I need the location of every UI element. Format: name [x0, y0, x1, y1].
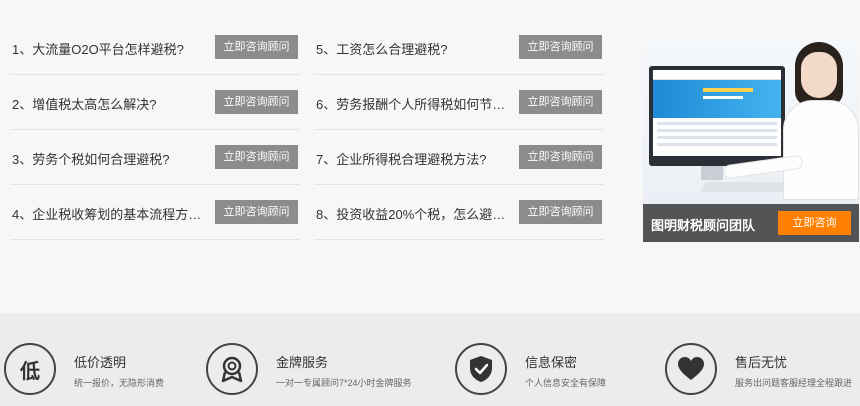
monitor-screen: [653, 70, 781, 156]
faq-row: 7、企业所得税合理避税方法? 立即咨询顾问: [314, 130, 604, 185]
faq-question[interactable]: 2、增值税太高怎么解决?: [12, 94, 202, 113]
low-price-icon: 低: [4, 343, 56, 395]
consult-button[interactable]: 立即咨询顾问: [519, 200, 602, 224]
consult-button[interactable]: 立即咨询顾问: [215, 90, 298, 114]
faq-question[interactable]: 3、劳务个税如何合理避税?: [12, 149, 202, 168]
feature-description: 统一报价，无隐形消费: [74, 378, 165, 388]
consult-button[interactable]: 立即咨询顾问: [215, 200, 298, 224]
faq-question[interactable]: 5、工资怎么合理避税?: [316, 39, 506, 58]
faq-row: 4、企业税收筹划的基本流程方案? 立即咨询顾问: [10, 185, 300, 240]
consult-button[interactable]: 立即咨询顾问: [519, 35, 602, 59]
consult-button[interactable]: 立即咨询顾问: [215, 145, 298, 169]
feature-description: 服务出问题客服经理全程跟进: [735, 378, 853, 388]
monitor-stand: [701, 166, 723, 180]
faq-row: 6、劳务报酬个人所得税如何节税? 立即咨询顾问: [314, 75, 604, 130]
faq-row: 5、工资怎么合理避税? 立即咨询顾问: [314, 20, 604, 75]
consultant-promo-banner[interactable]: 图明财税顾问团队 立即咨询: [643, 36, 859, 242]
faq-question[interactable]: 6、劳务报酬个人所得税如何节税?: [316, 94, 506, 113]
faq-question[interactable]: 4、企业税收筹划的基本流程方案?: [12, 204, 202, 223]
consult-button[interactable]: 立即咨询顾问: [215, 35, 298, 59]
faq-column-left: 1、大流量O2O平台怎样避税? 立即咨询顾问 2、增值税太高怎么解决? 立即咨询…: [10, 20, 300, 240]
gold-medal-icon: [206, 343, 258, 395]
promo-caption-bar: 图明财税顾问团队 立即咨询: [643, 204, 859, 242]
feature-title: 售后无忧: [735, 355, 788, 370]
keyboard-illustration: [700, 182, 792, 192]
feature-title: 低价透明: [74, 355, 127, 370]
shield-check-icon: [455, 343, 507, 395]
faq-question[interactable]: 7、企业所得税合理避税方法?: [316, 149, 506, 168]
promo-title: 图明财税顾问团队: [651, 218, 756, 233]
feature-description: 一对一专属顾问7*24小时金牌服务: [276, 378, 412, 388]
consult-now-button[interactable]: 立即咨询: [778, 211, 851, 235]
faq-section: 1、大流量O2O平台怎样避税? 立即咨询顾问 2、增值税太高怎么解决? 立即咨询…: [0, 20, 610, 240]
faq-row: 2、增值税太高怎么解决? 立即咨询顾问: [10, 75, 300, 130]
heart-icon: [665, 343, 717, 395]
consultant-photo: [722, 40, 859, 200]
feature-description: 个人信息安全有保障: [525, 378, 607, 388]
faq-question[interactable]: 8、投资收益20%个税，怎么避税更...: [316, 204, 506, 223]
faq-column-right: 5、工资怎么合理避税? 立即咨询顾问 6、劳务报酬个人所得税如何节税? 立即咨询…: [314, 20, 604, 240]
faq-question[interactable]: 1、大流量O2O平台怎样避税?: [12, 39, 202, 58]
feature-title: 信息保密: [525, 355, 578, 370]
faq-row: 3、劳务个税如何合理避税? 立即咨询顾问: [10, 130, 300, 185]
feature-title: 金牌服务: [276, 355, 329, 370]
faq-row: 8、投资收益20%个税，怎么避税更... 立即咨询顾问: [314, 185, 604, 240]
features-strip: 低 低价透明 统一报价，无隐形消费 金牌服务 一对一专属顾问7*24小时金牌服务…: [0, 313, 860, 406]
monitor-illustration: [649, 66, 785, 166]
consult-button[interactable]: 立即咨询顾问: [519, 145, 602, 169]
faq-row: 1、大流量O2O平台怎样避税? 立即咨询顾问: [10, 20, 300, 75]
consult-button[interactable]: 立即咨询顾问: [519, 90, 602, 114]
